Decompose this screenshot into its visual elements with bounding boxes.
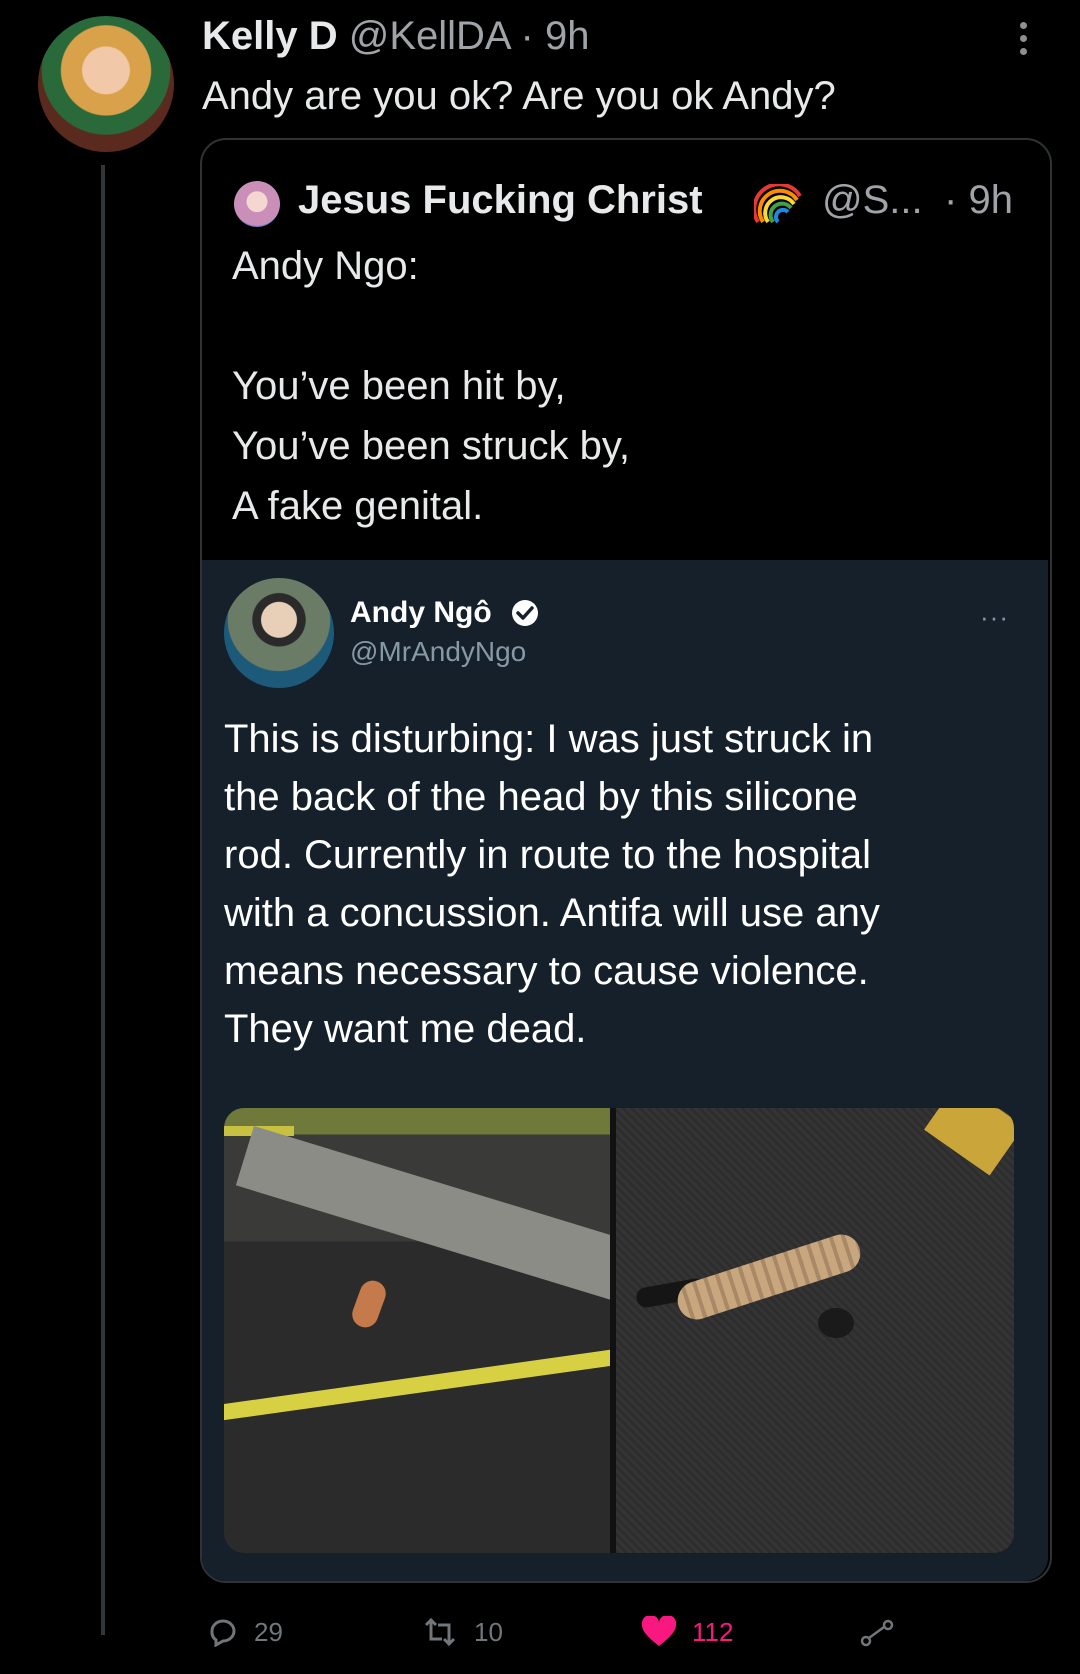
quote-time-value: 9h: [968, 178, 1013, 222]
quote-line: Andy Ngo:: [232, 244, 419, 288]
screenshot-line: the back of the head by this silicone: [224, 775, 858, 819]
screenshot-text: This is disturbing: I was just struck in…: [224, 710, 880, 1058]
more-options-icon[interactable]: [1018, 22, 1028, 58]
screenshot-more-icon: ···: [980, 602, 1009, 632]
screenshot-author-handle: @MrAndyNgo: [350, 636, 527, 667]
quote-author-handle: @S...: [822, 178, 923, 222]
screenshot-line: rod. Currently in route to the hospital: [224, 833, 872, 877]
retweet-count: 10: [474, 1616, 503, 1647]
reply-icon: [210, 1619, 236, 1647]
author-name[interactable]: Kelly D: [202, 14, 338, 58]
quote-author-name: Jesus Fucking Christ: [298, 178, 703, 222]
quote-author-avatar: [234, 181, 280, 227]
photo-parking-lot[interactable]: [224, 1108, 610, 1553]
retweet-button[interactable]: 10: [420, 1617, 503, 1647]
screenshot-author-name: Andy Ngô: [350, 596, 492, 629]
photo-grid[interactable]: [224, 1108, 1014, 1553]
tweet-time[interactable]: 9h: [545, 14, 590, 58]
author-handle[interactable]: @KellDA: [349, 14, 510, 58]
separator-dot: ·: [944, 178, 958, 222]
action-bar: 29 10 112: [200, 1616, 900, 1647]
reply-button[interactable]: 29: [206, 1617, 283, 1647]
share-icon: [860, 1619, 894, 1647]
like-count: 112: [692, 1616, 734, 1647]
tweet-text: Andy are you ok? Are you ok Andy?: [202, 74, 836, 118]
quote-time: · 9h: [944, 174, 1013, 226]
embedded-tweet-screenshot[interactable]: Andy Ngô @MrAndyNgo ··· This is disturbi…: [202, 560, 1048, 1581]
quote-line: You’ve been hit by,: [232, 364, 566, 408]
photo-closeup[interactable]: [616, 1108, 1014, 1553]
screenshot-line: This is disturbing: I was just struck in: [224, 717, 874, 761]
quoted-tweet[interactable]: Jesus Fucking Christ @S... · 9h Andy Ngo…: [200, 138, 1052, 1583]
quote-line: A fake genital.: [232, 484, 484, 528]
verified-badge-icon: [512, 600, 538, 626]
rainbow-icon: [754, 184, 802, 224]
screenshot-author-avatar: [224, 578, 334, 688]
quote-line: You’ve been struck by,: [232, 424, 631, 468]
screenshot-line: They want me dead.: [224, 1007, 587, 1051]
quote-line: [232, 296, 630, 356]
reply-count: 29: [254, 1616, 283, 1647]
separator-dot: ·: [520, 14, 534, 58]
retweet-icon: [424, 1617, 456, 1647]
tweet-header: Kelly D @KellDA · 9h: [202, 10, 589, 62]
quote-text: Andy Ngo: You’ve been hit by, You’ve bee…: [232, 236, 630, 536]
heart-icon: [641, 1616, 677, 1646]
thread-line: [101, 165, 105, 1635]
like-button[interactable]: 112: [640, 1616, 734, 1647]
author-avatar[interactable]: [38, 16, 174, 152]
share-button[interactable]: [860, 1617, 908, 1647]
screenshot-line: with a concussion. Antifa will use any: [224, 891, 880, 935]
screenshot-line: means necessary to cause violence.: [224, 949, 869, 993]
